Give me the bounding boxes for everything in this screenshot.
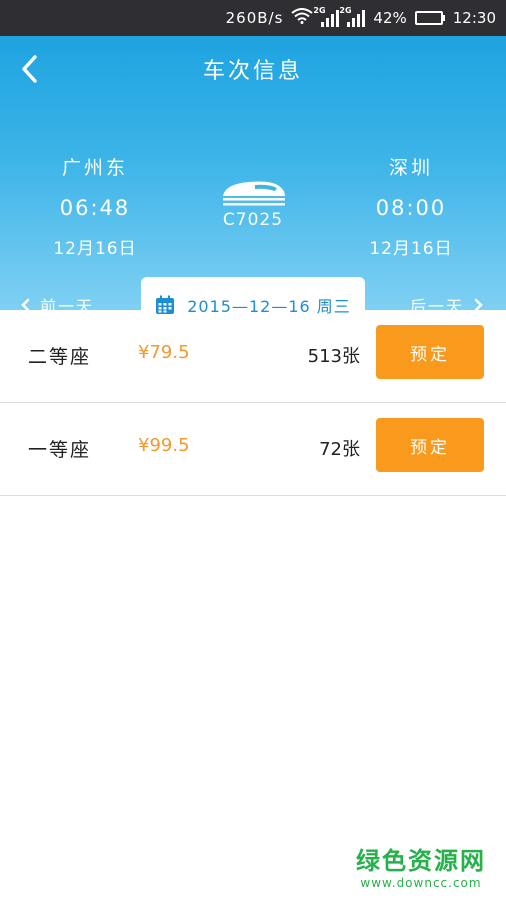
tickets-remaining: 513张 (307, 346, 360, 367)
chevron-left-icon (22, 55, 37, 83)
status-bar: 260B/s 2G 2G 42% 12:30 (0, 0, 506, 36)
sim1-network-type: 2G (313, 6, 326, 15)
departure-time: 06:48 (59, 196, 131, 220)
network-speed: 260B/s (225, 9, 284, 27)
seat-class: 一等座 (28, 439, 92, 461)
seat-price: ¥79.5 (138, 342, 190, 363)
departure-station-name: 广州东 (61, 157, 128, 179)
tickets-remaining: 72张 (319, 439, 360, 460)
watermark-url: www.downcc.com (360, 876, 482, 890)
train-icon (223, 181, 285, 206)
departure-station: 广州东 06:48 12月16日 (30, 153, 160, 259)
clock: 12:30 (452, 9, 496, 27)
top-bar: 车次信息 (0, 36, 506, 102)
book-button[interactable]: 预定 (376, 418, 484, 472)
seat-row: 一等座 ¥99.5 72张 预定 (0, 403, 506, 496)
train-info: C7025 (210, 174, 296, 230)
seat-row: 二等座 ¥79.5 513张 预定 (0, 310, 506, 403)
back-button[interactable] (14, 54, 44, 84)
arrival-station-name: 深圳 (388, 157, 433, 179)
sim2-network-type: 2G (339, 6, 352, 15)
train-number: C7025 (222, 210, 284, 230)
battery-icon (414, 11, 445, 25)
watermark-title: 绿色资源网 (356, 847, 486, 875)
seat-price: ¥99.5 (138, 435, 190, 456)
signal-icon-sim2: 2G (339, 6, 366, 27)
wifi-icon (291, 8, 314, 28)
arrival-station: 深圳 08:00 12月16日 (346, 153, 476, 259)
arrival-time: 08:00 (375, 196, 447, 220)
watermark: 绿色资源网 www.downcc.com (356, 841, 486, 890)
arrival-date: 12月16日 (369, 239, 453, 259)
departure-date: 12月16日 (53, 239, 137, 259)
signal-icon-sim1: 2G (313, 6, 340, 27)
seat-class: 二等座 (28, 346, 92, 368)
battery-percent: 42% (373, 9, 407, 27)
page-title: 车次信息 (202, 59, 303, 84)
trip-header: 车次信息 广州东 06:48 12月16日 C7025 深圳 08:00 12月… (0, 36, 506, 332)
book-button[interactable]: 预定 (376, 325, 484, 379)
seat-list: 二等座 ¥79.5 513张 预定 一等座 ¥99.5 72张 预定 (0, 310, 506, 496)
